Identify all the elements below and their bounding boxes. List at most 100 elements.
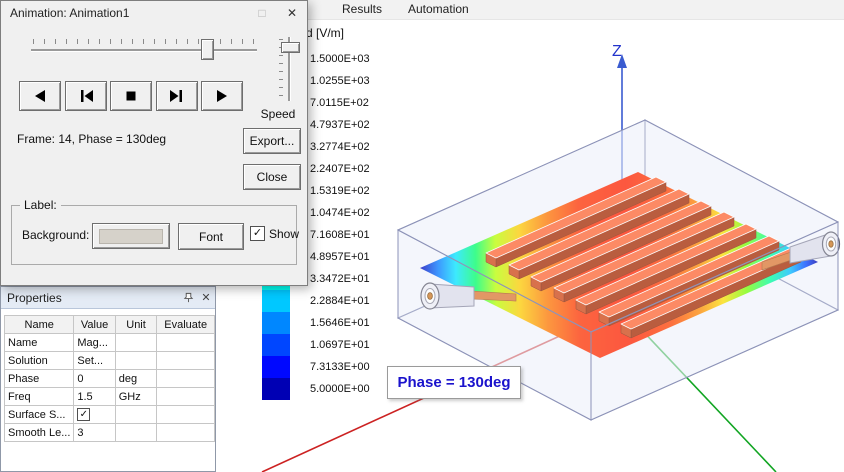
property-unit[interactable]: GHz [114, 387, 158, 406]
legend-values: 1.5000E+03 1.0255E+03 7.0115E+02 4.7937E… [310, 48, 370, 400]
legend-value: 4.7937E+02 [310, 119, 370, 131]
legend-value: 1.0697E+01 [310, 339, 370, 351]
property-evaluate [156, 405, 215, 424]
dialog-titlebar[interactable]: Animation: Animation1 □ ✕ [1, 1, 307, 25]
property-value[interactable]: 1.5 [73, 387, 116, 406]
background-color-button[interactable] [92, 223, 170, 249]
legend-value: 1.5646E+01 [310, 317, 370, 329]
property-name: Name [3, 333, 75, 352]
table-row: Phase 0 deg [3, 369, 215, 388]
play-reverse-icon [35, 90, 45, 102]
frame-slider-thumb[interactable] [201, 39, 214, 60]
close-icon[interactable]: ✕ [197, 289, 215, 307]
properties-panel: Properties ✕ Name Value Unit Evaluate Na… [0, 286, 216, 472]
property-value[interactable]: 3 [73, 423, 116, 442]
legend-value: 7.3133E+00 [310, 361, 370, 373]
column-header-name: Name [3, 315, 75, 334]
application-window: Z Results Automation d [V/m] 1.5000E+03 … [0, 0, 844, 472]
property-evaluate [156, 369, 215, 388]
property-name: Phase [3, 369, 75, 388]
legend-value: 7.0115E+02 [310, 97, 369, 109]
legend-value: 4.8957E+01 [310, 251, 370, 263]
speed-slider-thumb[interactable] [281, 42, 300, 53]
step-back-icon [81, 90, 93, 102]
property-evaluate [156, 387, 215, 406]
column-header-value: Value [73, 315, 116, 334]
properties-grid: Name Value Unit Evaluate Name Mag... Sol… [3, 315, 215, 442]
properties-panel-titlebar[interactable]: Properties ✕ [1, 287, 215, 309]
property-evaluate [156, 333, 215, 352]
property-unit[interactable] [114, 351, 158, 370]
legend-value: 3.2774E+02 [310, 141, 370, 153]
table-row: Surface S... ✓ [3, 405, 215, 424]
frame-status-text: Frame: 14, Phase = 130deg [17, 132, 167, 146]
legend-band [262, 356, 290, 378]
close-button[interactable]: Close [243, 164, 301, 190]
label-groupbox: Label: Background: Font ✓ Show [11, 198, 300, 265]
legend-value: 3.3472E+01 [310, 273, 370, 285]
legend-title: d [V/m] [306, 26, 345, 40]
table-row: Smooth Le... 3 [3, 423, 215, 442]
property-evaluate [156, 423, 215, 442]
property-value[interactable]: 0 [73, 369, 116, 388]
properties-panel-title: Properties [7, 290, 62, 305]
legend-value: 2.2884E+01 [310, 295, 370, 307]
step-forward-icon [170, 90, 182, 102]
property-unit[interactable]: deg [114, 369, 158, 388]
speed-label: Speed [260, 107, 296, 121]
table-row: Freq 1.5 GHz [3, 387, 215, 406]
legend-band [262, 312, 290, 334]
font-button[interactable]: Font [178, 223, 244, 250]
property-unit[interactable] [114, 333, 158, 352]
property-evaluate [156, 351, 215, 370]
phase-annotation: Phase = 130deg [387, 366, 521, 399]
legend-value: 1.0474E+02 [310, 207, 370, 219]
column-header-unit: Unit [114, 315, 158, 334]
stop-icon [126, 91, 136, 101]
property-name: Freq [3, 387, 75, 406]
stop-button[interactable] [110, 81, 152, 111]
legend-band [262, 378, 290, 400]
z-axis-label: Z [612, 43, 622, 60]
table-row: Solution Set... [3, 351, 215, 370]
background-color-swatch [99, 228, 163, 244]
background-label: Background: [22, 228, 90, 242]
property-value[interactable]: Set... [73, 351, 116, 370]
frame-slider-ticks [33, 39, 255, 44]
table-row: Name Mag... [3, 333, 215, 352]
legend-value: 1.5000E+03 [310, 53, 370, 65]
property-name: Smooth Le... [3, 423, 75, 442]
legend-value: 7.1608E+01 [310, 229, 370, 241]
column-header-evaluate: Evaluate [156, 315, 215, 334]
property-value[interactable]: Mag... [73, 333, 116, 352]
property-unit[interactable] [114, 423, 158, 442]
legend-value: 1.0255E+03 [310, 75, 370, 87]
dialog-title: Animation: Animation1 [10, 6, 130, 20]
frame-slider[interactable] [31, 49, 257, 52]
menu-results[interactable]: Results [336, 0, 388, 19]
label-groupbox-title: Label: [20, 198, 61, 212]
surface-smoothing-checkbox[interactable]: ✓ [77, 408, 91, 422]
property-value: ✓ [73, 405, 116, 424]
legend-band [262, 290, 290, 312]
export-button[interactable]: Export... [243, 128, 301, 154]
property-name: Solution [3, 351, 75, 370]
property-name: Surface S... [3, 405, 75, 424]
close-icon[interactable]: ✕ [277, 2, 307, 25]
animation-dialog: Animation: Animation1 □ ✕ Speed Frame: 1… [0, 0, 308, 286]
show-checkbox-label: Show [269, 226, 300, 241]
pin-icon[interactable] [179, 289, 197, 307]
legend-value: 1.5319E+02 [310, 185, 370, 197]
legend-band [262, 334, 290, 356]
step-forward-button[interactable] [156, 81, 198, 111]
show-checkbox[interactable]: ✓ [250, 226, 265, 241]
maximize-icon[interactable]: □ [247, 2, 277, 25]
play-reverse-button[interactable] [19, 81, 61, 111]
play-forward-icon [217, 90, 227, 102]
play-forward-button[interactable] [201, 81, 243, 111]
legend-value: 2.2407E+02 [310, 163, 370, 175]
legend-value: 5.0000E+00 [310, 383, 370, 395]
property-unit[interactable] [114, 405, 158, 424]
menu-automation[interactable]: Automation [402, 0, 475, 19]
step-back-button[interactable] [65, 81, 107, 111]
